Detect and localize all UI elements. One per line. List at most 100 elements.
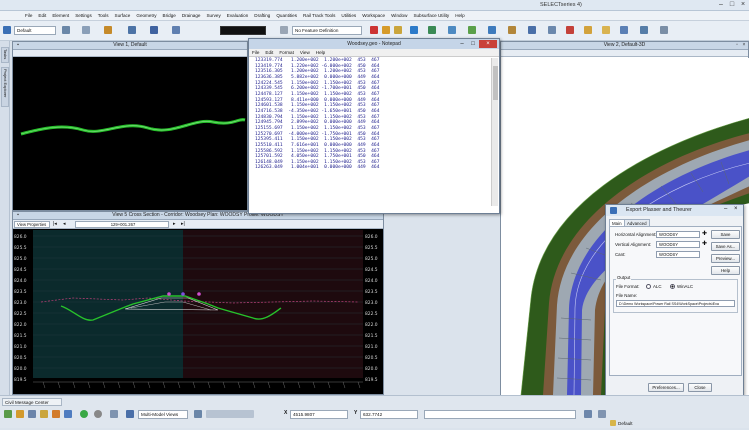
view-mode-combo[interactable]: Multi-Model Views [138,410,188,419]
maximize-button[interactable]: □ [727,1,737,9]
weight-icon[interactable] [150,26,158,36]
locks-icon[interactable] [584,410,592,420]
notepad-window[interactable]: Woodsey.geo - Notepad – □ × File Edit Fo… [248,38,500,214]
grid-icon[interactable] [428,26,436,36]
x-coordinate-field[interactable]: 4515.9807 [290,410,348,419]
tab-advanced[interactable]: Advanced [624,219,650,226]
close-dialog-button[interactable]: Close [688,383,712,392]
close-button[interactable]: × [738,1,748,9]
help-button[interactable]: Help [711,266,740,275]
feature-definition-combo[interactable]: No Feature Definition [292,26,362,35]
fence-icon[interactable] [52,410,60,420]
color-icon[interactable] [104,26,112,36]
views-icon[interactable] [194,410,202,420]
attributes-icon[interactable] [3,26,11,36]
last-station-icon[interactable]: ▸| [181,221,185,227]
format-alc-radio[interactable] [646,284,651,289]
view1-menu-icon[interactable]: ▪ [15,42,21,49]
lock-icon[interactable] [394,26,402,36]
notepad-text-area[interactable]: 123319.774 1.200e+002 1.200e+002 453 467… [255,58,491,171]
notepad-menu-edit[interactable]: Edit [265,49,273,56]
menu-drainage[interactable]: Drainage [179,13,204,18]
menu-geometry[interactable]: Geometry [133,13,159,18]
notepad-maximize-button[interactable]: □ [468,40,478,48]
view2-close-icon[interactable]: × [741,42,747,49]
notepad-menu-format[interactable]: Format [279,49,294,56]
line-weight-combo[interactable] [220,26,266,35]
menu-subsurface-utility[interactable]: Subsurface Utility [410,13,452,18]
vertical-alignment-combo[interactable]: WOODSY [656,241,700,248]
pick-horizontal-icon[interactable]: ✚ [702,230,707,237]
style-icon[interactable] [172,26,180,36]
save-as-button[interactable]: Save As... [711,242,740,251]
view5-menu-icon[interactable]: ▪ [15,212,21,219]
project-explorer-tab[interactable]: Project Explorer [1,67,9,107]
view1-pane[interactable]: View 1, Default ▪ [12,41,248,211]
tasks-tab[interactable]: Tasks [1,47,9,63]
view-layout-icon[interactable] [206,410,254,420]
menu-settings[interactable]: Settings [72,13,95,18]
menu-bridge[interactable]: Bridge [160,13,179,18]
preferences-button[interactable]: Preferences... [648,383,684,392]
menu-edit[interactable]: Edit [35,13,49,18]
notepad-menu-help[interactable]: Help [316,49,325,56]
menu-survey[interactable]: Survey [203,13,223,18]
measure-icon[interactable] [448,26,456,36]
pencil-icon[interactable] [382,26,390,36]
menu-tools[interactable]: Tools [95,13,112,18]
dialog-minimize-button[interactable]: – [724,206,727,212]
notepad-menu-file[interactable]: File [252,49,259,56]
menu-drafting[interactable]: Drafting [251,13,273,18]
element-icon[interactable] [62,26,70,36]
linestyle-icon[interactable] [128,26,136,36]
next-station-icon[interactable]: ▸ [173,221,176,227]
horizontal-alignment-combo[interactable]: WOODSY [656,231,700,238]
file-name-field[interactable]: D:\Demo Workspace\Power Rail SS4\WorkSpa… [616,300,735,307]
y-coordinate-field[interactable]: 632.7742 [360,410,418,419]
menu-quantities[interactable]: Quantities [273,13,300,18]
level-icon-status[interactable] [610,420,616,430]
record-icon[interactable] [94,410,102,420]
help-icon[interactable] [410,26,418,36]
preview-button[interactable]: Preview... [711,254,740,263]
search-icon[interactable] [548,26,556,36]
notepad-scroll-thumb[interactable] [493,66,498,100]
notepad-close-button[interactable]: × [479,40,497,48]
menu-surface[interactable]: Surface [112,13,134,18]
menu-file[interactable]: File [22,13,35,18]
export-dialog[interactable]: Export Plasser and Theurer – × Main Adva… [605,204,744,396]
cross-section-canvas[interactable]: 826.0 825.5 825.0 824.5 824.0 823.5 823.… [13,230,383,394]
menu-element[interactable]: Element [49,13,72,18]
view-group-icon[interactable] [126,410,134,420]
cant-combo[interactable]: WOODSY [656,251,700,258]
surface-icon[interactable] [468,26,476,36]
menu-help[interactable]: Help [452,13,467,18]
draw-icon[interactable] [370,26,378,36]
first-station-icon[interactable]: |◂ [53,221,57,227]
menu-workspace[interactable]: Workspace [359,13,388,18]
notepad-minimize-button[interactable]: – [457,40,467,48]
lock-status-icon[interactable] [40,410,48,420]
prev-station-icon[interactable]: ◂ [63,221,66,227]
notepad-scrollbar[interactable] [491,58,498,206]
notepad-menu-view[interactable]: View [300,49,310,56]
civil-message-center-tab[interactable]: Civil Message Center [2,398,62,406]
add-icon[interactable] [80,410,88,420]
navigate-icon[interactable] [640,26,648,36]
zoom-icon[interactable] [566,26,574,36]
format-winalc-radio[interactable] [670,284,675,289]
command-prompt-field[interactable] [424,410,576,419]
corridor-icon[interactable] [508,26,516,36]
menu-window[interactable]: Window [388,13,410,18]
view2-minimize-icon[interactable]: ▫ [734,42,740,49]
level-icon[interactable] [82,26,90,36]
civil-icon[interactable] [488,26,496,36]
report-icon[interactable] [584,26,592,36]
snap-icon[interactable] [16,410,24,420]
station-combo[interactable]: 129+001.267 [75,221,169,228]
table-icon[interactable] [620,26,628,36]
pick-vertical-icon[interactable]: ✚ [702,240,707,247]
search-status-icon[interactable] [598,410,606,420]
chart-icon[interactable] [64,410,72,420]
menu-rail-track-tools[interactable]: Rail Track Tools [300,13,338,18]
